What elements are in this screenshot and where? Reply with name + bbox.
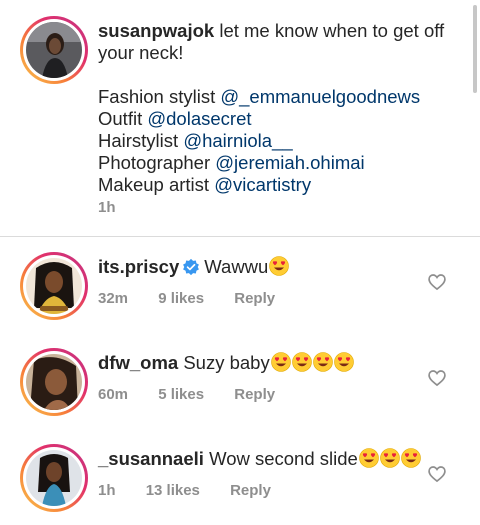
credit-line: Makeup artist @vicartistry: [98, 174, 448, 196]
scrollbar-thumb[interactable]: [473, 5, 477, 93]
comment-username[interactable]: dfw_oma: [98, 352, 178, 373]
comment-meta: 32m 9 likes Reply: [98, 290, 275, 307]
comment-text: its.priscy Wawwu: [98, 256, 290, 278]
emoji-group: [268, 256, 290, 277]
comment-likes[interactable]: 5 likes: [158, 386, 204, 403]
credit-mention[interactable]: @dolasecret: [147, 108, 251, 129]
reply-button[interactable]: Reply: [230, 482, 271, 499]
comment-meta: 1h 13 likes Reply: [98, 482, 271, 499]
commenter-avatar[interactable]: [20, 252, 88, 320]
credit-mention[interactable]: @vicartistry: [214, 174, 311, 195]
heart-eyes-emoji: [401, 448, 421, 468]
comment-meta: 60m 5 likes Reply: [98, 386, 275, 403]
comment-message: Wawwu: [204, 256, 269, 277]
credit-line: Photographer @jeremiah.ohimai: [98, 152, 448, 174]
caption-timestamp: 1h: [98, 199, 116, 216]
credit-line: Fashion stylist @_emmanuelgoodnews: [98, 86, 448, 108]
caption-divider: [0, 236, 480, 237]
heart-outline-icon[interactable]: [427, 368, 447, 388]
comment-message: Suzy baby: [183, 352, 270, 373]
heart-outline-icon[interactable]: [427, 272, 447, 292]
reply-button[interactable]: Reply: [234, 290, 275, 307]
comment-username[interactable]: _susannaeli: [98, 448, 204, 469]
credit-line: Hairstylist @hairniola__: [98, 130, 448, 152]
emoji-group: [358, 448, 421, 469]
credit-label: Outfit: [98, 108, 143, 129]
heart-eyes-emoji: [312, 352, 333, 372]
comment-username[interactable]: its.priscy: [98, 256, 179, 277]
post-caption: susanpwajok let me know when to get off …: [0, 0, 480, 236]
credit-mention[interactable]: @_emmanuelgoodnews: [220, 86, 420, 107]
comment-item: dfw_oma Suzy baby 60m 5 likes Reply: [0, 348, 480, 444]
comment-text: _susannaeli Wow second slide: [98, 448, 421, 470]
heart-eyes-emoji: [380, 448, 400, 468]
comment-likes[interactable]: 9 likes: [158, 290, 204, 307]
credit-label: Fashion stylist: [98, 86, 216, 107]
comment-timestamp: 1h: [98, 482, 116, 499]
caption-text: susanpwajok let me know when to get off …: [98, 20, 448, 196]
comment-timestamp: 32m: [98, 290, 129, 307]
comment-likes[interactable]: 13 likes: [146, 482, 200, 499]
reply-button[interactable]: Reply: [234, 386, 275, 403]
credit-label: Makeup artist: [98, 174, 210, 195]
caption-username[interactable]: susanpwajok: [98, 20, 214, 41]
heart-outline-icon[interactable]: [427, 464, 447, 484]
commenter-avatar[interactable]: [20, 444, 88, 512]
heart-eyes-emoji: [270, 352, 291, 372]
comment-message: Wow second slide: [209, 448, 358, 469]
comment-text: dfw_oma Suzy baby: [98, 352, 354, 374]
commenter-avatar[interactable]: [20, 348, 88, 416]
credit-label: Photographer: [98, 152, 211, 173]
emoji-group: [270, 352, 354, 373]
verified-badge-icon: [183, 258, 200, 276]
credit-mention[interactable]: @jeremiah.ohimai: [215, 152, 364, 173]
credit-label: Hairstylist: [98, 130, 179, 151]
comment-item: _susannaeli Wow second slide 1h 13 likes…: [0, 444, 480, 525]
credit-line: Outfit @dolasecret: [98, 108, 448, 130]
comment-timestamp: 60m: [98, 386, 129, 403]
credit-mention[interactable]: @hairniola__: [183, 130, 292, 151]
heart-eyes-emoji: [333, 352, 354, 372]
heart-eyes-emoji: [291, 352, 312, 372]
caption-avatar[interactable]: [20, 16, 88, 84]
comment-item: its.priscy Wawwu 32m 9 likes Reply: [0, 252, 480, 348]
heart-eyes-emoji: [359, 448, 379, 468]
heart-eyes-emoji: [269, 256, 290, 276]
